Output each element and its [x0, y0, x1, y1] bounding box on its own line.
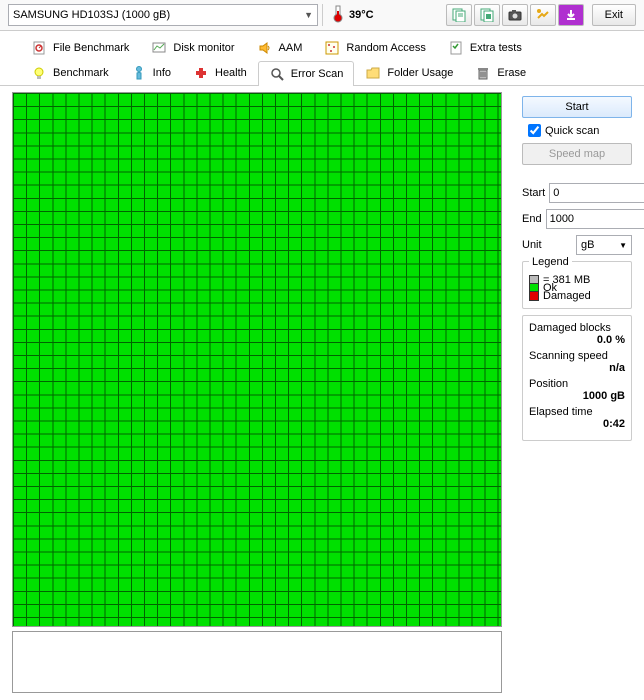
scan-grid [12, 92, 502, 627]
content-area: Start Quick scan Speed map Start ▲▼ End … [0, 86, 644, 700]
legend-damaged: Damaged [529, 290, 625, 302]
random-icon [324, 40, 340, 56]
options-button[interactable] [530, 4, 556, 26]
log-box [12, 631, 502, 693]
tab-label: AAM [279, 42, 303, 54]
end-spinner[interactable]: ▲▼ [546, 209, 644, 229]
toolbar-buttons [446, 4, 584, 26]
tab-folder-usage[interactable]: Folder Usage [354, 60, 464, 85]
drive-selector[interactable]: SAMSUNG HD103SJ (1000 gB) ▼ [8, 4, 318, 26]
checklist-icon [448, 40, 464, 56]
legend-damaged-label: Damaged [543, 290, 591, 302]
tab-label: Info [153, 67, 171, 79]
tab-aam[interactable]: AAM [246, 35, 314, 60]
tab-label: Disk monitor [173, 42, 234, 54]
end-input[interactable] [547, 210, 644, 228]
tab-error-scan[interactable]: Error Scan [258, 61, 355, 86]
start-spinner[interactable]: ▲▼ [549, 183, 644, 203]
tab-label: Random Access [346, 42, 425, 54]
unit-selector[interactable]: gB ▼ [576, 235, 632, 255]
unit-label: Unit [522, 239, 550, 251]
tab-erase[interactable]: Erase [464, 60, 537, 85]
speaker-icon [257, 40, 273, 56]
health-icon [193, 65, 209, 81]
chevron-down-icon: ▼ [619, 241, 627, 250]
tab-disk-monitor[interactable]: Disk monitor [140, 35, 245, 60]
info-icon [131, 65, 147, 81]
elapsed-time-value: 0:42 [529, 418, 625, 430]
temperature-display: 39°C [322, 4, 382, 26]
stats-box: Damaged blocks 0.0 % Scanning speed n/a … [522, 315, 632, 441]
tab-random-access[interactable]: Random Access [313, 35, 436, 60]
screenshot-button[interactable] [502, 4, 528, 26]
scanning-speed-value: n/a [529, 362, 625, 374]
tab-label: Erase [497, 67, 526, 79]
start-button[interactable]: Start [522, 96, 632, 118]
tab-label: Folder Usage [387, 67, 453, 79]
exit-button[interactable]: Exit [592, 4, 636, 26]
start-row: Start ▲▼ [522, 183, 632, 203]
right-panel: Start Quick scan Speed map Start ▲▼ End … [522, 92, 632, 694]
monitor-icon [151, 40, 167, 56]
unit-row: Unit gB ▼ [522, 235, 632, 255]
chevron-down-icon: ▼ [304, 10, 313, 20]
temperature-value: 39°C [349, 9, 374, 21]
tab-bar: File Benchmark Disk monitor AAM Random A… [0, 31, 644, 86]
quick-scan-input[interactable] [528, 124, 541, 137]
position-label: Position [529, 378, 625, 390]
quick-scan-label: Quick scan [545, 125, 599, 137]
download-button[interactable] [558, 4, 584, 26]
bulb-icon [31, 65, 47, 81]
copy-text-button[interactable] [446, 4, 472, 26]
tab-label: File Benchmark [53, 42, 129, 54]
end-field-label: End [522, 213, 542, 225]
legend-title: Legend [529, 256, 572, 268]
quick-scan-checkbox[interactable]: Quick scan [528, 124, 632, 137]
end-row: End ▲▼ [522, 209, 632, 229]
damaged-blocks-label: Damaged blocks [529, 322, 625, 334]
start-field-label: Start [522, 187, 545, 199]
scanning-speed-label: Scanning speed [529, 350, 625, 362]
copy-data-button[interactable] [474, 4, 500, 26]
tab-label: Benchmark [53, 67, 109, 79]
tab-extra-tests[interactable]: Extra tests [437, 35, 533, 60]
position-value: 1000 gB [529, 390, 625, 402]
elapsed-time-label: Elapsed time [529, 406, 625, 418]
trash-icon [475, 65, 491, 81]
unit-value: gB [581, 239, 594, 251]
legend-box: Legend = 381 MB Ok Damaged [522, 261, 632, 309]
left-panel [12, 92, 514, 694]
start-input[interactable] [550, 184, 644, 202]
damaged-swatch-icon [529, 291, 539, 301]
speed-map-button[interactable]: Speed map [522, 143, 632, 165]
tab-benchmark[interactable]: Benchmark [20, 60, 120, 85]
thermometer-icon [331, 5, 345, 26]
tab-file-benchmark[interactable]: File Benchmark [20, 35, 140, 60]
drive-label: SAMSUNG HD103SJ (1000 gB) [13, 9, 170, 21]
tab-label: Extra tests [470, 42, 522, 54]
file-benchmark-icon [31, 40, 47, 56]
tab-info[interactable]: Info [120, 60, 182, 85]
damaged-blocks-value: 0.0 % [529, 334, 625, 346]
top-toolbar: SAMSUNG HD103SJ (1000 gB) ▼ 39°C Exit [0, 0, 644, 31]
tab-label: Health [215, 67, 247, 79]
magnifier-icon [269, 66, 285, 82]
tab-label: Error Scan [291, 68, 344, 80]
tab-health[interactable]: Health [182, 60, 258, 85]
folder-icon [365, 65, 381, 81]
